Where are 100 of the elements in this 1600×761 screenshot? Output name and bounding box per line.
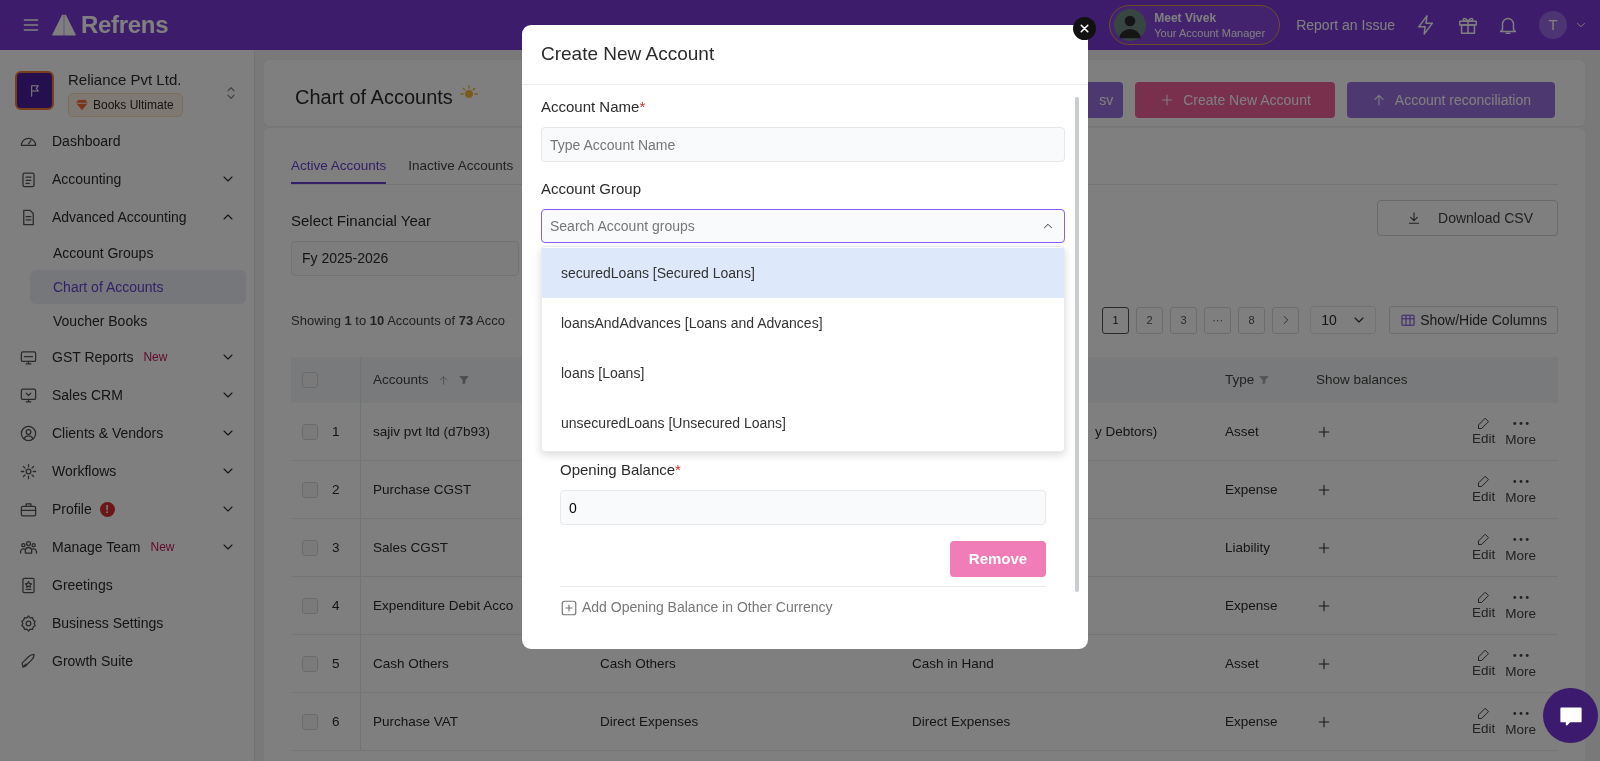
sidebar-item[interactable]: Accounting — [0, 160, 254, 198]
company-name: Reliance Pvt Ltd. — [68, 71, 183, 89]
edit-button[interactable]: Edit — [1472, 648, 1496, 680]
sidebar-item[interactable]: Greetings — [0, 566, 254, 604]
tab[interactable]: Inactive Accounts — [408, 156, 514, 185]
opening-balance-field[interactable]: 0 — [560, 490, 1046, 525]
page-button[interactable]: 3 — [1170, 306, 1198, 334]
column-header: Accounts — [373, 371, 429, 390]
edit-button[interactable]: Edit — [1472, 416, 1496, 448]
sidebar-item[interactable]: Manage Team New — [0, 528, 254, 566]
table-cell-text: Direct Expenses — [912, 712, 1011, 731]
table-cell-text: Expenditure Debit Acco — [373, 596, 514, 615]
columns-icon — [1400, 312, 1417, 329]
account-manager-card[interactable]: Meet Vivek Your Account Manager — [1109, 5, 1281, 45]
table-cell-text: y Debtors) — [1095, 422, 1158, 441]
more-icon — [1512, 594, 1529, 600]
sidebar-subitem[interactable]: Chart of Accounts — [30, 270, 246, 304]
filter-icon — [1258, 374, 1271, 387]
account-name-field[interactable]: Type Account Name — [541, 127, 1065, 162]
add-currency-link[interactable]: Add Opening Balance in Other Currency — [560, 597, 833, 618]
sidebar-item[interactable]: Clients & Vendors — [0, 414, 254, 452]
more-icon — [1512, 652, 1529, 658]
sidebar-item[interactable]: Dashboard — [0, 122, 254, 160]
show-hide-columns-button[interactable]: Show/Hide Columns — [1389, 306, 1558, 335]
edit-button[interactable]: Edit — [1472, 474, 1496, 506]
scrollbar[interactable] — [1075, 97, 1079, 592]
table-cell-text: Cash Others — [373, 654, 449, 673]
pencil-icon — [1476, 532, 1492, 548]
sidebar-item[interactable]: Workflows — [0, 452, 254, 490]
sidebar-item[interactable]: Business Settings — [0, 604, 254, 642]
dropdown-option[interactable]: loansAndAdvances [Loans and Advances] — [542, 298, 1064, 348]
sidebar-item[interactable]: Advanced Accounting — [0, 198, 254, 236]
field-label: Opening Balance* — [560, 460, 682, 480]
page-size-select[interactable]: 10 — [1310, 306, 1377, 335]
manager-role: Your Account Manager — [1154, 25, 1266, 40]
page-button[interactable]: 8 — [1238, 306, 1266, 334]
row-number: 1 — [332, 422, 340, 441]
more-button[interactable]: More — [1505, 589, 1537, 622]
table-cell-text: Asset — [1225, 422, 1259, 441]
plan-name: Books Ultimate — [93, 97, 174, 114]
dropdown-option[interactable]: securedLoans [Secured Loans] — [542, 248, 1064, 298]
brand-name: Refrens — [81, 10, 169, 40]
dropdown-option[interactable]: loans [Loans] — [542, 348, 1064, 398]
more-button[interactable]: More — [1505, 473, 1537, 506]
sidebar-subitem[interactable]: Voucher Books — [30, 304, 246, 338]
edit-button[interactable]: Edit — [1472, 532, 1496, 564]
row-number: 6 — [332, 712, 340, 731]
sidebar-item[interactable]: Profile ! — [0, 490, 254, 528]
remove-button[interactable]: Remove — [950, 541, 1046, 577]
avatar-icon — [1114, 9, 1147, 41]
pencil-icon — [1476, 590, 1492, 606]
user-icon — [19, 423, 38, 443]
new-label: New — [150, 539, 175, 556]
financial-year-select[interactable]: Fy 2025-2026 — [291, 241, 519, 277]
table-cell-text: Asset — [1225, 654, 1259, 673]
table-cell-text: Expense — [1225, 712, 1278, 731]
more-button[interactable]: More — [1505, 531, 1537, 564]
column-header: Type — [1225, 371, 1255, 390]
column-header: Show balances — [1316, 371, 1408, 390]
tab[interactable]: Active Accounts — [291, 156, 387, 185]
settings-icon — [19, 613, 38, 633]
results-summary: Showing 1 to 10 Accounts of 73 Acco — [291, 311, 505, 330]
sidebar-item[interactable]: Growth Suite — [0, 642, 254, 680]
more-icon — [1512, 420, 1529, 426]
row-number: 2 — [332, 480, 340, 499]
account-group-search-field[interactable]: Search Account groups — [541, 209, 1065, 243]
field-label: Select Financial Year — [291, 211, 433, 232]
create-account-button[interactable]: Create New Account — [1135, 82, 1335, 118]
table-cell-text: sajiv pvt ltd (d7b93) — [373, 422, 491, 441]
next-page-button[interactable] — [1272, 306, 1300, 334]
edit-button[interactable]: Edit — [1472, 590, 1496, 622]
download-csv-button[interactable]: Download CSV — [1377, 200, 1558, 237]
sidebar-item[interactable]: Sales CRM — [0, 376, 254, 414]
filter-icon — [457, 374, 470, 387]
more-icon — [1512, 710, 1529, 716]
more-button[interactable]: More — [1505, 415, 1537, 448]
more-icon — [1512, 478, 1529, 484]
more-icon — [1512, 536, 1529, 542]
more-button[interactable]: More — [1505, 705, 1537, 738]
page-button[interactable]: 2 — [1136, 306, 1164, 334]
close-icon — [1078, 22, 1091, 35]
page-button[interactable]: ··· — [1204, 306, 1232, 334]
pencil-icon — [1476, 416, 1492, 432]
table-cell-text: Purchase CGST — [373, 480, 472, 499]
sidebar-subitem[interactable]: Account Groups — [30, 236, 246, 270]
field-label: Account Group — [541, 179, 643, 199]
pencil-icon — [1476, 474, 1492, 490]
sidebar-item[interactable]: GST Reports New — [0, 338, 254, 376]
report-issue-link[interactable]: Report an Issue — [1296, 14, 1395, 36]
manager-name: Meet Vivek — [1154, 10, 1218, 26]
page-button[interactable]: 1 — [1102, 306, 1130, 334]
user-avatar[interactable]: T — [1539, 11, 1567, 39]
table-cell-text: Sales CGST — [373, 538, 449, 557]
edit-button[interactable]: Edit — [1472, 706, 1496, 738]
dropdown-option[interactable]: unsecuredLoans [Unsecured Loans] — [542, 398, 1064, 448]
more-button[interactable]: More — [1505, 647, 1537, 680]
table-cell-text: Liability — [1225, 538, 1271, 557]
field-label: Account Name* — [541, 97, 647, 117]
table-cell-text: Cash in Hand — [912, 654, 994, 673]
reconciliation-button[interactable]: Account reconciliation — [1346, 82, 1555, 118]
